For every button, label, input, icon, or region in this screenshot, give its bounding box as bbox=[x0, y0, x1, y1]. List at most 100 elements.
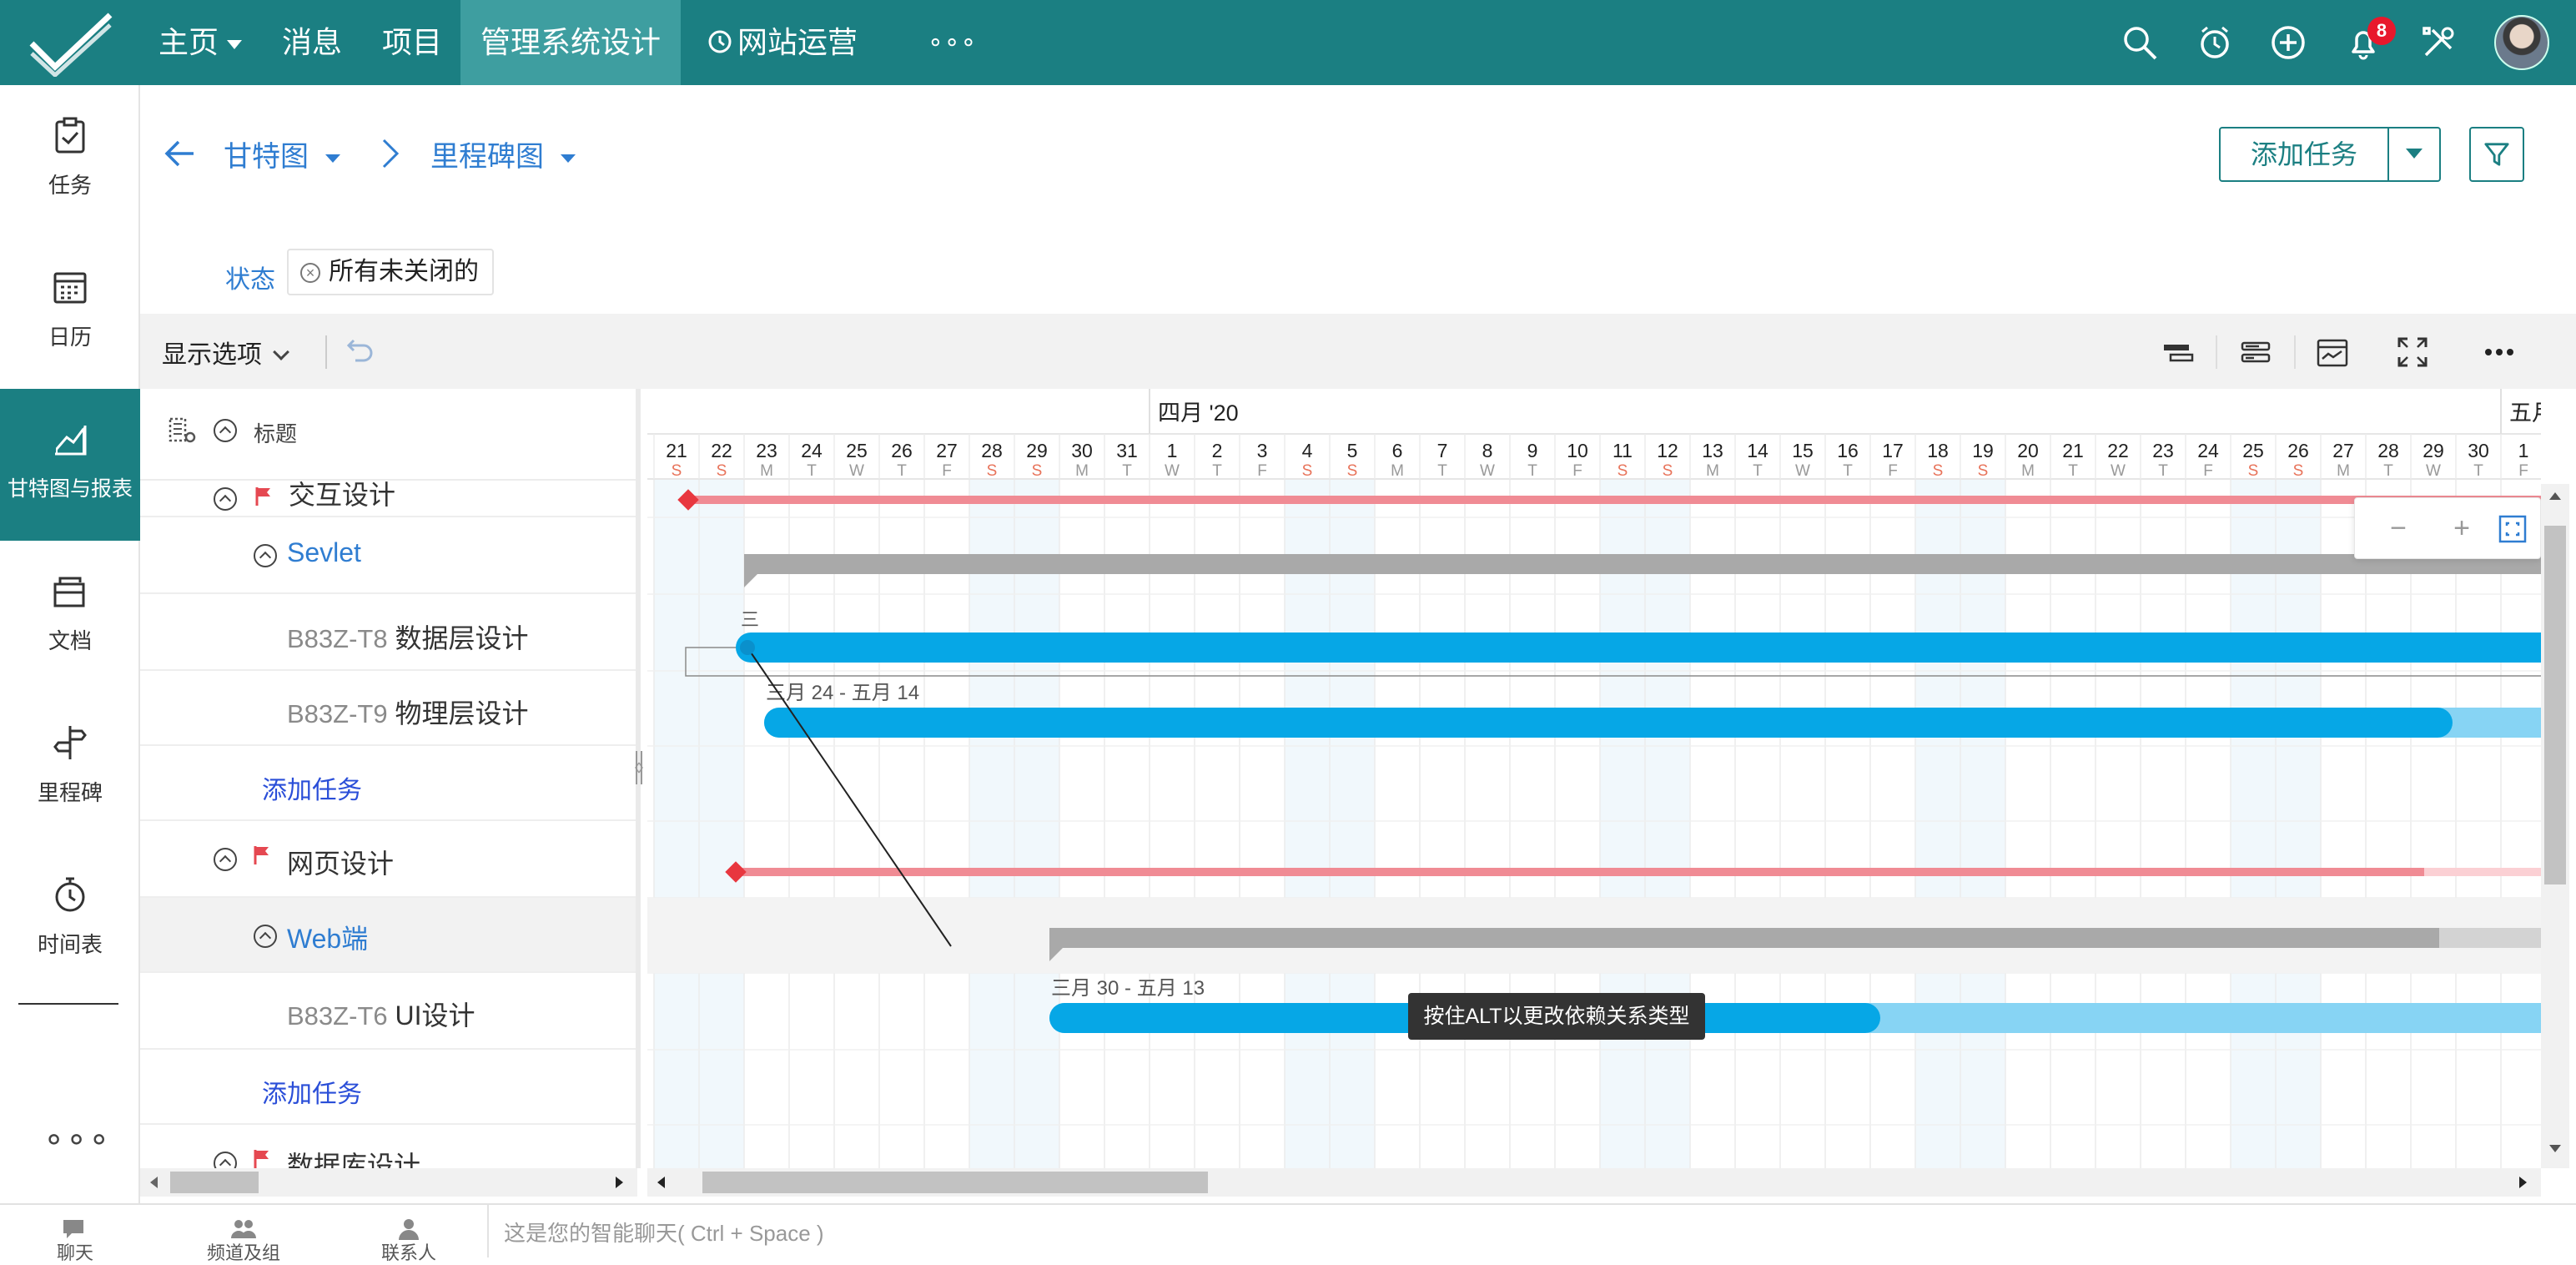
show-options-dropdown[interactable]: 显示选项 bbox=[162, 334, 289, 370]
back-arrow-icon[interactable] bbox=[162, 135, 199, 172]
task-id: B83Z-T9 bbox=[287, 699, 388, 728]
sidebar-item-gantt-reports[interactable]: 甘特图与报表 bbox=[0, 389, 140, 541]
timesheet-stopwatch-icon bbox=[55, 877, 85, 912]
milestone-title[interactable]: 交互设计 bbox=[289, 474, 395, 512]
scroll-up-arrow-icon[interactable] bbox=[2549, 492, 2561, 500]
add-task-button[interactable]: 添加任务 bbox=[2221, 129, 2387, 180]
scroll-down-arrow-icon[interactable] bbox=[2549, 1145, 2561, 1152]
task-row[interactable]: B83Z-T6 UI设计 bbox=[140, 973, 637, 1050]
milestone-row[interactable]: 交互设计 bbox=[140, 480, 637, 517]
zoom-in-button[interactable]: + bbox=[2443, 510, 2480, 547]
tools-icon[interactable] bbox=[2419, 23, 2458, 62]
day-number: 29 bbox=[2423, 440, 2444, 461]
milestone-title[interactable]: 数据库设计 bbox=[287, 1145, 420, 1168]
sidebar-more-button[interactable]: ∘∘∘ bbox=[43, 1120, 111, 1158]
collapse-toggle-icon[interactable] bbox=[254, 925, 277, 948]
sidebar-divider bbox=[18, 1003, 118, 1005]
scroll-left-arrow-icon[interactable] bbox=[657, 1177, 665, 1188]
tasklist-row[interactable]: Web端 bbox=[140, 898, 637, 973]
tasklist-row[interactable]: Sevlet bbox=[140, 517, 637, 594]
collapse-toggle-icon[interactable] bbox=[214, 1152, 237, 1168]
chat-button[interactable]: 聊天 bbox=[25, 1205, 125, 1263]
vertical-scroll-thumb[interactable] bbox=[2544, 526, 2566, 884]
dependency-tooltip: 按住ALT以更改依赖关系类型 bbox=[1408, 993, 1705, 1040]
chevron-down-icon bbox=[227, 39, 243, 49]
chevron-down-icon bbox=[561, 154, 576, 164]
channels-button[interactable]: 频道及组 bbox=[194, 1205, 294, 1263]
breadcrumb-view-switcher[interactable]: 甘特图 bbox=[224, 134, 340, 174]
milestone-bar bbox=[687, 496, 2541, 504]
collapse-all-icon[interactable] bbox=[214, 419, 237, 442]
nav-website-ops[interactable]: 网站运营 bbox=[707, 0, 858, 85]
fullscreen-expand-icon[interactable] bbox=[2394, 334, 2431, 370]
weekday-letter: T bbox=[897, 462, 907, 480]
weekday-letter: M bbox=[1391, 462, 1404, 480]
weekday-letter: T bbox=[2068, 462, 2078, 480]
app-logo-icon[interactable] bbox=[25, 8, 117, 77]
weekday-letter: S bbox=[2248, 462, 2259, 480]
column-settings-icon[interactable] bbox=[167, 416, 197, 446]
add-task-link[interactable]: 添加任务 bbox=[262, 769, 362, 806]
more-options-icon[interactable] bbox=[2481, 334, 2518, 370]
undo-icon[interactable] bbox=[344, 334, 377, 367]
scroll-right-arrow-icon[interactable] bbox=[616, 1177, 623, 1188]
contacts-button[interactable]: 联系人 bbox=[359, 1205, 459, 1263]
status-filter-label: 状态 bbox=[225, 266, 275, 294]
milestone-row[interactable]: 网页设计 bbox=[140, 821, 637, 898]
add-task-split-button: 添加任务 bbox=[2219, 127, 2441, 182]
task-title[interactable]: UI设计 bbox=[395, 1000, 475, 1031]
task-title[interactable]: 数据层设计 bbox=[395, 623, 529, 653]
status-filter-chip[interactable]: × 所有未关闭的 bbox=[287, 249, 494, 295]
milestone-bar bbox=[736, 868, 2424, 876]
day-number: 10 bbox=[1567, 440, 1588, 461]
add-task-dropdown-icon[interactable] bbox=[2406, 149, 2423, 159]
day-number: 5 bbox=[1347, 440, 1358, 461]
chat-bar-divider bbox=[487, 1205, 489, 1257]
tasklist-title[interactable]: Web端 bbox=[287, 918, 368, 956]
toolbar-divider bbox=[2294, 335, 2296, 369]
schedule-calendar-icon[interactable] bbox=[2314, 334, 2351, 370]
nav-project-current[interactable]: 管理系统设计 bbox=[460, 0, 681, 85]
sidebar-item-documents[interactable]: 文档 bbox=[0, 541, 140, 693]
remove-filter-icon[interactable]: × bbox=[300, 263, 320, 284]
add-circle-icon[interactable] bbox=[2269, 23, 2307, 62]
collapse-toggle-icon[interactable] bbox=[214, 848, 237, 871]
smart-chat-input[interactable]: 这是您的智能聊天( Ctrl + Space ) bbox=[504, 1217, 824, 1247]
fit-to-screen-icon[interactable] bbox=[2497, 513, 2528, 545]
user-avatar[interactable] bbox=[2494, 15, 2549, 70]
sidebar-item-timesheet[interactable]: 时间表 bbox=[0, 844, 140, 996]
day-number: 8 bbox=[1482, 440, 1493, 461]
weekday-letter: T bbox=[2473, 462, 2483, 480]
collapse-toggle-icon[interactable] bbox=[214, 487, 237, 511]
alarm-clock-icon[interactable] bbox=[2196, 23, 2234, 62]
nav-home[interactable]: 主页 bbox=[158, 0, 243, 85]
filter-button[interactable] bbox=[2469, 127, 2524, 182]
horizontal-scroll-thumb[interactable] bbox=[702, 1172, 1208, 1193]
milestone-title[interactable]: 网页设计 bbox=[287, 843, 394, 881]
scroll-right-arrow-icon[interactable] bbox=[2519, 1177, 2527, 1188]
task-title[interactable]: 物理层设计 bbox=[395, 698, 529, 728]
nav-projects[interactable]: 项目 bbox=[382, 0, 442, 85]
bar-view-icon[interactable] bbox=[2159, 334, 2196, 370]
weekday-letter: F bbox=[1257, 462, 1267, 480]
collapse-toggle-icon[interactable] bbox=[254, 544, 277, 567]
nav-messages[interactable]: 消息 bbox=[282, 0, 342, 85]
zoom-out-button[interactable]: − bbox=[2380, 510, 2417, 547]
baseline-view-icon[interactable] bbox=[2237, 334, 2274, 370]
sidebar-item-milestones[interactable]: 里程碑 bbox=[0, 693, 140, 844]
add-task-link[interactable]: 添加任务 bbox=[262, 1073, 362, 1110]
sidebar-item-tasks[interactable]: 任务 bbox=[0, 85, 140, 237]
nav-more[interactable]: ∘∘∘ bbox=[928, 0, 977, 85]
milestone-row[interactable]: 数据库设计 bbox=[140, 1125, 637, 1168]
day-number: 1 bbox=[1167, 440, 1178, 461]
breadcrumb-subview-switcher[interactable]: 里程碑图 bbox=[430, 134, 576, 174]
task-row[interactable]: B83Z-T9 物理层设计 bbox=[140, 671, 637, 746]
splitter-handle-icon[interactable] bbox=[634, 743, 644, 793]
horizontal-scroll-thumb[interactable] bbox=[170, 1172, 259, 1193]
breadcrumb-separator-icon bbox=[382, 139, 400, 169]
search-icon[interactable] bbox=[2121, 23, 2159, 62]
task-row[interactable]: B83Z-T8 数据层设计 bbox=[140, 594, 637, 671]
sidebar-item-calendar[interactable]: 日历 bbox=[0, 237, 140, 389]
tasklist-title[interactable]: Sevlet bbox=[287, 537, 361, 568]
scroll-left-arrow-icon[interactable] bbox=[150, 1177, 158, 1188]
